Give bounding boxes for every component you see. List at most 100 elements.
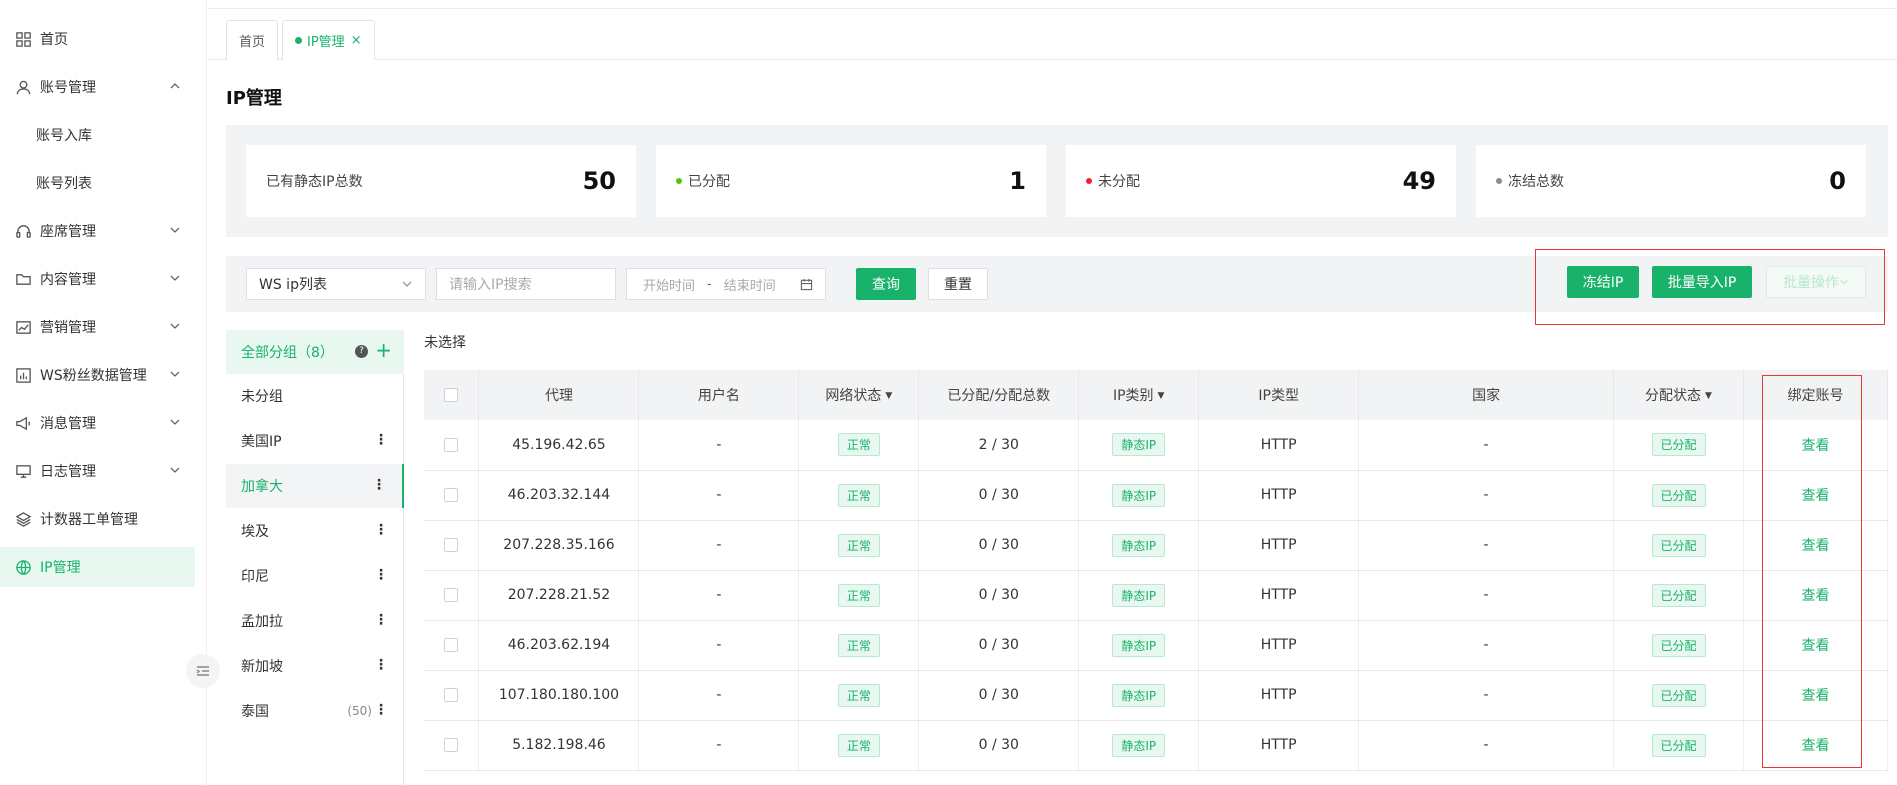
more-icon[interactable]: ⋮ bbox=[374, 523, 388, 537]
group-item[interactable]: 印尼 ⋮ bbox=[226, 554, 404, 598]
status-badge: 已分配 bbox=[1651, 533, 1706, 557]
group-item[interactable]: 加拿大 ⋮ bbox=[226, 464, 404, 508]
sidebar-collapse-button[interactable] bbox=[186, 654, 220, 688]
list-type-select[interactable]: WS ip列表 bbox=[246, 268, 426, 300]
group-item[interactable]: 美国IP ⋮ bbox=[226, 419, 404, 463]
group-item[interactable]: 孟加拉 ⋮ bbox=[226, 599, 404, 643]
status-dot-icon bbox=[676, 178, 682, 184]
row-checkbox[interactable] bbox=[424, 420, 480, 471]
allocation-cell: 0 / 30 bbox=[918, 520, 1080, 571]
proxy-cell: 5.182.198.46 bbox=[478, 720, 640, 771]
group-item[interactable]: 泰国 (50) ⋮ bbox=[226, 689, 404, 733]
network-status-cell: 正常 bbox=[798, 520, 920, 571]
select-all-checkbox[interactable] bbox=[424, 370, 480, 420]
caret-down-icon: ▼ bbox=[1705, 391, 1712, 401]
sidebar-item-ws-fans[interactable]: WS粉丝数据管理 bbox=[0, 355, 195, 395]
ip-category-cell: 静态IP bbox=[1078, 720, 1200, 771]
sidebar-item-seat[interactable]: 座席管理 bbox=[0, 211, 195, 251]
column-header: 用户名 bbox=[638, 370, 800, 420]
more-icon[interactable]: ⋮ bbox=[372, 478, 386, 492]
group-item[interactable]: 埃及 ⋮ bbox=[226, 509, 404, 553]
row-checkbox[interactable] bbox=[424, 620, 480, 671]
more-icon[interactable]: ⋮ bbox=[374, 433, 388, 447]
bar-chart-icon bbox=[14, 366, 32, 384]
row-checkbox[interactable] bbox=[424, 720, 480, 771]
tab-home[interactable]: 首页 bbox=[226, 20, 278, 60]
more-icon[interactable]: ⋮ bbox=[374, 613, 388, 627]
group-all[interactable]: 全部分组 （8） ? + bbox=[226, 330, 404, 374]
row-checkbox[interactable] bbox=[424, 570, 480, 621]
sidebar-item-account[interactable]: 账号管理 bbox=[0, 67, 195, 107]
stat-value: 0 bbox=[1829, 167, 1846, 195]
ip-search-input[interactable]: 请输入IP搜索 bbox=[436, 268, 616, 300]
stat-label: 已分配 bbox=[676, 171, 730, 191]
country-cell: - bbox=[1358, 620, 1615, 671]
sidebar-subitem-account-in[interactable]: 账号入库 bbox=[36, 115, 92, 155]
caret-down-icon: ▼ bbox=[1157, 391, 1165, 401]
more-icon[interactable]: ⋮ bbox=[374, 658, 388, 672]
sidebar-subitem-account-list[interactable]: 账号列表 bbox=[36, 163, 92, 203]
tab-ip-management[interactable]: IP管理 × bbox=[282, 20, 375, 60]
sidebar-item-label: 账号管理 bbox=[40, 80, 96, 96]
sidebar-item-ip[interactable]: IP管理 bbox=[0, 547, 195, 587]
proxy-cell: 46.203.32.144 bbox=[478, 470, 640, 521]
ip-type-cell: HTTP bbox=[1198, 670, 1360, 721]
column-header-filter[interactable]: IP类别 ▼ bbox=[1078, 370, 1200, 420]
input-placeholder: 请输入IP搜索 bbox=[449, 277, 532, 293]
more-icon[interactable]: ⋮ bbox=[374, 568, 388, 582]
column-header-filter[interactable]: 分配状态 ▼ bbox=[1613, 370, 1744, 420]
row-checkbox[interactable] bbox=[424, 520, 480, 571]
more-icon[interactable]: ⋮ bbox=[374, 703, 388, 717]
category-badge: 静态IP bbox=[1112, 533, 1166, 557]
chevron-up-icon bbox=[170, 83, 180, 89]
category-badge: 静态IP bbox=[1112, 433, 1166, 457]
group-label: 新加坡 bbox=[241, 659, 283, 675]
help-icon[interactable]: ? bbox=[355, 345, 368, 358]
proxy-cell: 46.203.62.194 bbox=[478, 620, 640, 671]
group-label: 埃及 bbox=[241, 524, 269, 540]
column-header: 已分配/分配总数 bbox=[918, 370, 1080, 420]
status-badge: 已分配 bbox=[1651, 633, 1706, 657]
chevron-down-icon bbox=[170, 275, 180, 281]
assign-status-cell: 已分配 bbox=[1613, 420, 1744, 471]
end-time-placeholder: 结束时间 bbox=[723, 278, 776, 294]
row-checkbox[interactable] bbox=[424, 670, 480, 721]
assign-status-cell: 已分配 bbox=[1613, 520, 1744, 571]
sidebar-item-message[interactable]: 消息管理 bbox=[0, 403, 195, 443]
allocation-cell: 0 / 30 bbox=[918, 720, 1080, 771]
status-badge: 正常 bbox=[837, 583, 880, 607]
sidebar-item-home[interactable]: 首页 bbox=[0, 19, 195, 59]
group-count: (50) bbox=[347, 704, 372, 718]
sidebar-item-counter[interactable]: 计数器工单管理 bbox=[0, 499, 195, 539]
sidebar-item-label: 内容管理 bbox=[40, 272, 96, 288]
divider bbox=[208, 8, 1897, 9]
category-badge: 静态IP bbox=[1112, 683, 1166, 707]
group-item[interactable]: 新加坡 ⋮ bbox=[226, 644, 404, 688]
sidebar-item-marketing[interactable]: 营销管理 bbox=[0, 307, 195, 347]
query-button[interactable]: 查询 bbox=[856, 268, 916, 300]
status-badge: 已分配 bbox=[1651, 683, 1706, 707]
tab-label: 首页 bbox=[239, 35, 266, 50]
sidebar-item-log[interactable]: 日志管理 bbox=[0, 451, 195, 491]
status-badge: 正常 bbox=[837, 433, 880, 457]
group-count: （8） bbox=[297, 345, 334, 361]
sidebar-item-label: 账号列表 bbox=[36, 176, 92, 192]
country-cell: - bbox=[1358, 670, 1615, 721]
username-cell: - bbox=[638, 470, 800, 521]
category-badge: 静态IP bbox=[1112, 583, 1166, 607]
close-icon[interactable]: × bbox=[351, 33, 362, 48]
add-group-icon[interactable]: + bbox=[375, 339, 392, 361]
row-checkbox[interactable] bbox=[424, 470, 480, 521]
stat-value: 50 bbox=[582, 167, 616, 195]
sidebar-item-label: 营销管理 bbox=[40, 320, 96, 336]
annotation-box bbox=[1762, 375, 1862, 768]
sidebar-item-content[interactable]: 内容管理 bbox=[0, 259, 195, 299]
stat-value: 1 bbox=[1009, 167, 1026, 195]
chevron-down-icon bbox=[170, 227, 180, 233]
reset-button[interactable]: 重置 bbox=[928, 268, 988, 300]
column-header-filter[interactable]: 网络状态 ▼ bbox=[798, 370, 920, 420]
group-label: 加拿大 bbox=[241, 479, 283, 495]
group-item[interactable]: 未分组 bbox=[226, 374, 404, 418]
monitor-icon bbox=[14, 462, 32, 480]
date-range-picker[interactable]: 开始时间 - 结束时间 bbox=[626, 268, 826, 300]
